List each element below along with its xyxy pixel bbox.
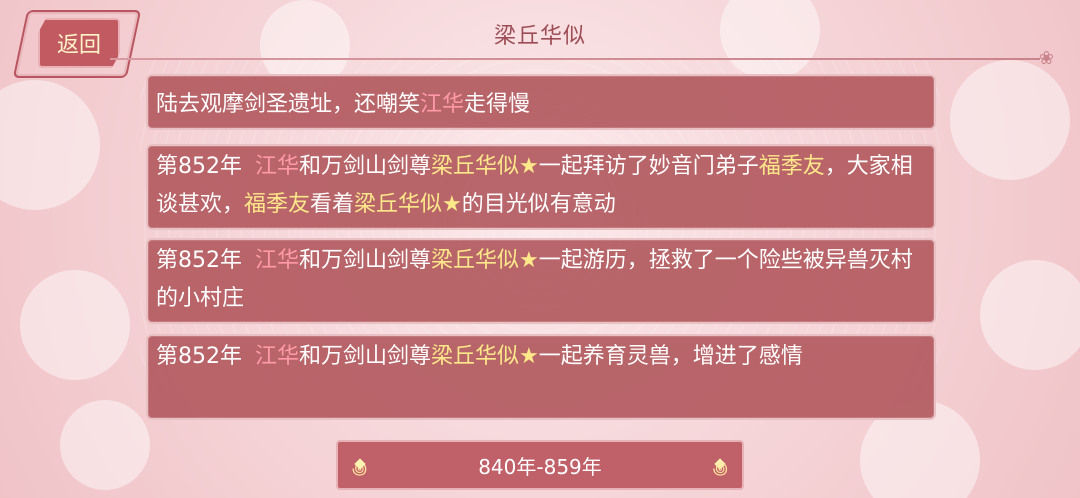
event-text-segment: 一起养育灵兽，增进了感情 — [538, 344, 803, 369]
event-text-segment: 走得慢 — [464, 92, 531, 117]
event-text-segment: 一起拜访了妙音门弟子 — [538, 154, 759, 179]
event-text-segment: 陆去观摩剑圣遗址，还嘲笑 — [156, 92, 421, 117]
name-highlight: 梁丘华似★ — [354, 192, 462, 217]
event-text: 第852年 江华和万剑山剑尊梁丘华似★一起拜访了妙音门弟子福季友，大家相谈甚欢，… — [156, 148, 926, 224]
event-text-segment: 和万剑山剑尊 — [299, 248, 432, 273]
event-text: 第852年 江华和万剑山剑尊梁丘华似★一起养育灵兽，增进了感情 — [156, 338, 926, 376]
event-card: 第852年 江华和万剑山剑尊梁丘华似★一起拜访了妙音门弟子福季友，大家相谈甚欢，… — [146, 144, 936, 230]
event-text-segment: 和万剑山剑尊 — [299, 154, 432, 179]
period-label: 840年-859年 — [478, 454, 602, 479]
page-title: 梁丘华似 — [493, 24, 586, 49]
name-highlight: 江华 — [255, 344, 300, 369]
name-highlight: 第852年 — [156, 344, 249, 369]
top-bar: 返回 梁丘华似 ❀ — [0, 0, 1080, 78]
name-highlight: 江华 — [255, 248, 300, 273]
event-text-segment: 看着 — [310, 192, 355, 217]
name-highlight: 第852年 — [156, 248, 249, 273]
period-selector[interactable]: ꩜ 840年-859年 ꩜ — [336, 440, 744, 490]
scroll-ornament-right-icon: ꩜ — [712, 459, 728, 478]
name-highlight: 江华 — [255, 154, 300, 179]
name-highlight: 梁丘华似★ — [431, 344, 539, 369]
name-highlight: 梁丘华似★ — [431, 154, 539, 179]
name-highlight: 第852年 — [156, 154, 249, 179]
event-text-segment: 的目光似有意动 — [461, 192, 616, 217]
name-highlight: 福季友 — [244, 192, 311, 217]
event-text: 陆去观摩剑圣遗址，还嘲笑江华走得慢 — [156, 86, 926, 124]
event-text-segment: 和万剑山剑尊 — [299, 344, 432, 369]
event-card-partial: 陆去观摩剑圣遗址，还嘲笑江华走得慢 — [146, 74, 936, 130]
event-card: 第852年 江华和万剑山剑尊梁丘华似★一起游历，拯救了一个险些被异兽灭村的小村庄 — [146, 238, 936, 324]
name-highlight: 梁丘华似★ — [431, 248, 539, 273]
name-highlight: 江华 — [420, 92, 465, 117]
cloud-ornament-icon: ❀ — [1038, 48, 1054, 69]
title-divider — [110, 58, 1040, 60]
event-text: 第852年 江华和万剑山剑尊梁丘华似★一起游历，拯救了一个险些被异兽灭村的小村庄 — [156, 242, 926, 318]
event-card: 第852年 江华和万剑山剑尊梁丘华似★一起养育灵兽，增进了感情 — [146, 334, 936, 420]
name-highlight: 福季友 — [758, 154, 825, 179]
